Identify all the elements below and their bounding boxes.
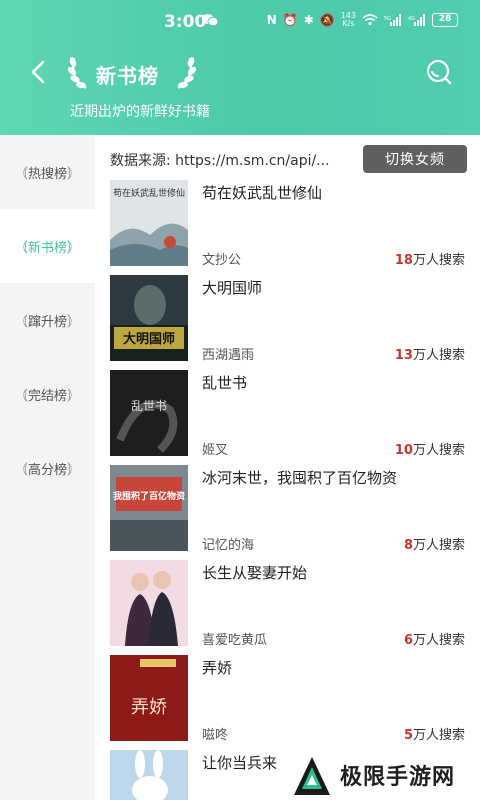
header: 3:00 N ⏰ ✱ 🔕 143 K/s 5G 4G 28 新书榜 近期出炉的新… (0, 0, 480, 135)
book-cover[interactable]: 大明国师 (110, 275, 188, 361)
book-title: 苟在妖武乱世修仙 (202, 184, 323, 202)
wifi-icon (362, 14, 378, 26)
status-icons: N ⏰ ✱ 🔕 143 K/s 5G 4G 28 (267, 12, 458, 28)
sidebar-item-high-score[interactable]: ⦅ 高分榜 ⦆ (0, 431, 95, 505)
sidebar-item-new-books[interactable]: ⦅ 新书榜 ⦆ (0, 209, 95, 283)
svg-text:4G: 4G (408, 16, 415, 22)
book-list-item[interactable]: 弄娇 弄娇 嗞咚 5万人搜索 (110, 655, 465, 750)
book-search-count: 8万人搜索 (404, 534, 465, 553)
laurel-right-icon: ⦆ (67, 162, 73, 181)
book-title: 冰河末世，我囤积了百亿物资 (202, 469, 398, 487)
book-author: 记忆的海 (202, 538, 255, 553)
search-count-suffix: 万人搜索 (412, 348, 465, 363)
sidebar-item-hot-search[interactable]: ⦅ 热搜榜 ⦆ (0, 135, 95, 209)
search-count-suffix: 万人搜索 (412, 633, 465, 648)
book-author: 喜爱吃黄瓜 (202, 633, 268, 648)
book-list-item[interactable]: 大明国师 大明国师 西湖遇雨 13万人搜索 (110, 275, 465, 370)
book-author: 文抄公 (202, 253, 242, 268)
sidebar-item-label: 蹿升榜 (27, 314, 67, 330)
search-count-value: 10 (394, 443, 413, 458)
data-source-label: 数据来源: (110, 153, 171, 169)
laurel-right-icon: ⦆ (67, 458, 73, 477)
sidebar-item-label: 高分榜 (27, 462, 67, 478)
book-title: 让你当兵来 (202, 754, 278, 772)
book-list-item[interactable]: 乱世书 乱世书 姬叉 10万人搜索 (110, 370, 465, 465)
status-bar: 3:00 N ⏰ ✱ 🔕 143 K/s 5G 4G 28 (0, 0, 480, 44)
book-title: 大明国师 (202, 279, 263, 297)
search-count-value: 8 (403, 538, 413, 553)
page-title: 新书榜 (96, 64, 159, 88)
svg-text:5G: 5G (384, 16, 391, 22)
svg-text:大明国师: 大明国师 (123, 331, 175, 347)
search-count-value: 13 (394, 348, 413, 363)
net-speed: 143 K/s (341, 12, 356, 28)
sidebar-item-label: 热搜榜 (27, 166, 67, 182)
svg-text:弄娇: 弄娇 (131, 697, 167, 718)
mute-icon: 🔕 (319, 13, 335, 27)
back-button[interactable] (26, 58, 50, 86)
book-title: 乱世书 (202, 374, 248, 392)
laurel-right-icon: ⦆ (67, 310, 73, 329)
search-count-value: 18 (394, 253, 413, 268)
book-list-item[interactable]: 长生从娶妻开始 喜爱吃黄瓜 6万人搜索 (110, 560, 465, 655)
laurel-right-icon (177, 57, 197, 89)
book-list-item[interactable]: 苟在妖武乱世修仙 苟在妖武乱世修仙 文抄公 18万人搜索 (110, 180, 465, 275)
watermark-logo-icon (294, 757, 330, 795)
book-search-count: 10万人搜索 (395, 439, 465, 458)
svg-text:苟在妖武乱世修仙: 苟在妖武乱世修仙 (113, 187, 185, 199)
book-search-count: 13万人搜索 (395, 344, 465, 363)
status-time: 3:00 (164, 12, 207, 32)
page-subtitle: 近期出炉的新鲜好书籍 (70, 104, 210, 120)
search-count-value: 6 (403, 633, 413, 648)
search-count-suffix: 万人搜索 (412, 443, 465, 458)
book-cover[interactable]: 苟在妖武乱世修仙 (110, 180, 188, 266)
search-count-suffix: 万人搜索 (412, 538, 465, 553)
net-speed-unit: K/s (342, 19, 355, 28)
svg-text:乱世书: 乱世书 (131, 399, 167, 413)
chat-notification-icon (202, 14, 218, 27)
watermark-text: 极限手游网 (340, 765, 456, 790)
search-count-value: 5 (403, 728, 413, 743)
book-cover[interactable]: 弄娇 (110, 655, 188, 741)
book-list-item[interactable]: 我囤积了百亿物资 冰河末世，我囤积了百亿物资 记忆的海 8万人搜索 (110, 465, 465, 560)
battery-icon: 28 (432, 13, 458, 27)
switch-female-channel-button[interactable]: 切换女频 (363, 145, 467, 173)
laurel-right-icon: ⦆ (67, 236, 73, 255)
search-button[interactable] (424, 58, 454, 86)
book-search-count: 18万人搜索 (395, 249, 465, 268)
sidebar-item-label: 新书榜 (27, 240, 67, 256)
data-source: 数据来源: https://m.sm.cn/api/... (110, 150, 330, 170)
book-title: 长生从娶妻开始 (202, 564, 308, 582)
book-cover[interactable] (110, 750, 188, 800)
book-cover[interactable]: 乱世书 (110, 370, 188, 456)
book-search-count: 6万人搜索 (404, 629, 465, 648)
search-count-suffix: 万人搜索 (412, 253, 465, 268)
ranking-sidebar: ⦅ 热搜榜 ⦆ ⦅ 新书榜 ⦆ ⦅ 蹿升榜 ⦆ ⦅ 完结榜 ⦆ ⦅ 高分榜 ⦆ (0, 135, 95, 800)
page-title-badge: 新书榜 (66, 52, 200, 92)
search-count-suffix: 万人搜索 (412, 728, 465, 743)
book-title: 弄娇 (202, 659, 233, 677)
sidebar-item-rising[interactable]: ⦅ 蹿升榜 ⦆ (0, 283, 95, 357)
bluetooth-icon: ✱ (303, 13, 314, 27)
nfc-icon: N (266, 13, 277, 27)
data-source-url[interactable]: https://m.sm.cn/api/... (175, 153, 329, 169)
book-cover[interactable] (110, 560, 188, 646)
signal-4g-icon: 4G (408, 14, 425, 26)
sidebar-item-label: 完结榜 (27, 388, 67, 404)
laurel-left-icon (67, 57, 87, 89)
alarm-icon: ⏰ (282, 13, 298, 27)
laurel-right-icon: ⦆ (67, 384, 73, 403)
svg-text:我囤积了百亿物资: 我囤积了百亿物资 (113, 490, 185, 502)
book-author: 嗞咚 (202, 728, 229, 743)
signal-5g-icon: 5G (384, 14, 401, 26)
sidebar-item-completed[interactable]: ⦅ 完结榜 ⦆ (0, 357, 95, 431)
book-author: 西湖遇雨 (202, 348, 255, 363)
book-search-count: 5万人搜索 (404, 724, 465, 743)
book-cover[interactable]: 我囤积了百亿物资 (110, 465, 188, 551)
site-watermark: 极限手游网 (290, 755, 480, 800)
book-list-panel: 数据来源: https://m.sm.cn/api/... 切换女频 苟在妖武乱… (95, 135, 480, 800)
book-author: 姬叉 (202, 443, 229, 458)
